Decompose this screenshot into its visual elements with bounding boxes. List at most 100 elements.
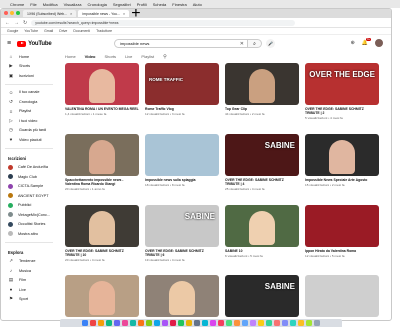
dock-app-icon[interactable] xyxy=(210,320,216,326)
dock-app-icon[interactable] xyxy=(314,320,320,326)
dock-app-icon[interactable] xyxy=(266,320,272,326)
dock-app-icon[interactable] xyxy=(226,320,232,326)
dock-app-icon[interactable] xyxy=(170,320,176,326)
close-tab-icon[interactable]: × xyxy=(123,11,125,16)
video-thumbnail[interactable] xyxy=(225,205,299,247)
video-card[interactable]: SABINE OVER THE EDGE: SABINE SCHMITZ TRIB… xyxy=(145,205,219,262)
sidebar-item-your-channel[interactable]: ☺ Il tuo canale xyxy=(1,88,57,98)
video-card[interactable]: SABINE 10 6 visualizzazioni • 5 mesi fa xyxy=(225,205,299,258)
video-card[interactable]: VALENTINA ROMA / UN EVENTO MEGA REEL 1,4 … xyxy=(65,63,139,116)
dock-app-icon[interactable] xyxy=(258,320,264,326)
video-card[interactable]: Spacchettamento impossible news - Valent… xyxy=(65,134,139,191)
dock-app-icon[interactable] xyxy=(202,320,208,326)
menubar-item[interactable]: Modifica xyxy=(43,2,58,7)
menubar-item[interactable]: Scheda xyxy=(153,2,167,7)
video-title[interactable]: VALENTINA ROMA / UN EVENTO MEGA REEL xyxy=(65,107,139,111)
browser-tab[interactable]: 1X96 (Subscribed) Web... × xyxy=(23,10,77,17)
sidebar-item-watch-later[interactable]: ◷ Guarda più tardi xyxy=(1,126,57,136)
sidebar-item-sports[interactable]: ⚑ Sport xyxy=(1,295,57,305)
tab-video[interactable]: Video xyxy=(85,54,96,59)
tab-shorts[interactable]: Shorts xyxy=(105,54,117,59)
video-title[interactable]: Rome Traffic Vlog xyxy=(145,107,219,111)
video-card[interactable]: OVER THE EDGE OVER THE EDGE: SABINE SCHMI… xyxy=(305,63,379,120)
video-card[interactable]: ROME TRAFFIC Rome Traffic Vlog 12 visualiz… xyxy=(145,63,219,116)
menubar-item[interactable]: Finestra xyxy=(172,2,186,7)
video-thumbnail[interactable]: SABINE xyxy=(145,205,219,247)
menubar-item[interactable]: File xyxy=(30,2,36,7)
forward-icon[interactable]: → xyxy=(14,20,19,26)
dock-app-icon[interactable] xyxy=(138,320,144,326)
tab-playlist[interactable]: Playlist xyxy=(141,54,154,59)
dock-app-icon[interactable] xyxy=(106,320,112,326)
dock-app-icon[interactable] xyxy=(154,320,160,326)
clear-search-icon[interactable]: ✕ xyxy=(240,41,244,47)
video-thumbnail[interactable] xyxy=(65,63,139,105)
dock-app-icon[interactable] xyxy=(146,320,152,326)
menubar-item[interactable]: Cronologia xyxy=(88,2,107,7)
video-card[interactable]: Impossible news sulla spiaggia 18 visuali… xyxy=(145,134,219,187)
dock-app-icon[interactable] xyxy=(282,320,288,326)
sidebar-item-channel[interactable]: Occultist Stories xyxy=(1,220,57,230)
video-thumbnail[interactable] xyxy=(305,275,379,317)
dock-app-icon[interactable] xyxy=(242,320,248,326)
video-thumbnail[interactable] xyxy=(65,275,139,317)
sidebar-item-channel[interactable]: Mostra altro xyxy=(1,229,57,239)
video-thumbnail[interactable] xyxy=(65,205,139,247)
video-title[interactable]: Spacchettamento impossible news - Valent… xyxy=(65,178,139,186)
video-thumbnail[interactable]: OVER THE EDGE xyxy=(305,63,379,105)
video-card[interactable] xyxy=(65,275,139,317)
video-thumbnail[interactable] xyxy=(65,134,139,176)
sidebar-item-home[interactable]: ⌂ Home xyxy=(1,52,57,62)
dock-app-icon[interactable] xyxy=(178,320,184,326)
sidebar-item-live[interactable]: ● Live xyxy=(1,285,57,295)
sidebar-item-channel[interactable]: CICTA-Sample xyxy=(1,182,57,192)
dock-app-icon[interactable] xyxy=(306,320,312,326)
close-tab-icon[interactable]: × xyxy=(70,11,72,16)
avatar[interactable] xyxy=(375,39,383,47)
video-thumbnail[interactable] xyxy=(305,205,379,247)
sidebar-item-playlists[interactable]: ≡ Playlist xyxy=(1,107,57,117)
dock-app-icon[interactable] xyxy=(290,320,296,326)
sidebar-item-liked-videos[interactable]: ♥ Video piaciuti xyxy=(1,135,57,145)
dock-app-icon[interactable] xyxy=(82,320,88,326)
tab-home[interactable]: Home xyxy=(65,54,76,59)
bookmark-item[interactable]: Documenti xyxy=(73,29,90,33)
video-thumbnail[interactable]: SABINE xyxy=(225,134,299,176)
sidebar-item-channel[interactable]: ANCIENT EGYPT xyxy=(1,191,57,201)
video-card[interactable]: OVER THE EDGE: SABINE SCHMITZ TRIBUTE | … xyxy=(65,205,139,262)
sidebar-item-history[interactable]: ↺ Cronologia xyxy=(1,97,57,107)
dock-app-icon[interactable] xyxy=(298,320,304,326)
create-video-icon[interactable]: ⊕ xyxy=(351,40,355,46)
video-card[interactable] xyxy=(145,275,219,317)
menu-icon[interactable]: ≡ xyxy=(7,40,11,47)
sidebar-item-trending[interactable]: ↗ Tendenze xyxy=(1,257,57,267)
video-thumbnail[interactable] xyxy=(225,63,299,105)
sidebar-item-channel[interactable]: Pubblici xyxy=(1,201,57,211)
bookmark-item[interactable]: Google xyxy=(7,29,18,33)
sidebar-item-movies[interactable]: ▤ Film xyxy=(1,276,57,286)
back-icon[interactable]: ← xyxy=(5,20,10,26)
dock-app-icon[interactable] xyxy=(130,320,136,326)
video-card[interactable]: Impossible News Speciale Arte Agosto 15 v… xyxy=(305,134,379,187)
video-title[interactable]: OVER THE EDGE: SABINE SCHMITZ TRIBUTE | … xyxy=(305,107,379,115)
video-card[interactable]: SABINE xyxy=(225,275,299,317)
url-input[interactable]: youtube.com/results?search_query=impossi… xyxy=(31,19,296,26)
dock-app-icon[interactable] xyxy=(274,320,280,326)
video-card[interactable] xyxy=(305,275,379,317)
dock-app-icon[interactable] xyxy=(250,320,256,326)
dock-app-icon[interactable] xyxy=(234,320,240,326)
menubar-item[interactable]: Chrome xyxy=(10,2,24,7)
sidebar-item-subscriptions[interactable]: ▣ Iscrizioni xyxy=(1,71,57,81)
video-title[interactable]: Top Gear Clip xyxy=(225,107,299,111)
video-thumbnail[interactable]: ROME TRAFFIC xyxy=(145,63,219,105)
dock-app-icon[interactable] xyxy=(90,320,96,326)
bookmark-item[interactable]: Traduttore xyxy=(96,29,112,33)
dock-app-icon[interactable] xyxy=(162,320,168,326)
menubar-item[interactable]: Segnalibri xyxy=(113,2,131,7)
reload-icon[interactable]: ↻ xyxy=(23,20,27,26)
menubar-item[interactable]: Aiuto xyxy=(193,2,202,7)
video-thumbnail[interactable]: SABINE xyxy=(225,275,299,317)
bookmark-item[interactable]: Drive xyxy=(59,29,67,33)
sidebar-item-shorts[interactable]: ▶ Shorts xyxy=(1,62,57,72)
video-title[interactable]: Impossible News Speciale Arte Agosto xyxy=(305,178,379,182)
